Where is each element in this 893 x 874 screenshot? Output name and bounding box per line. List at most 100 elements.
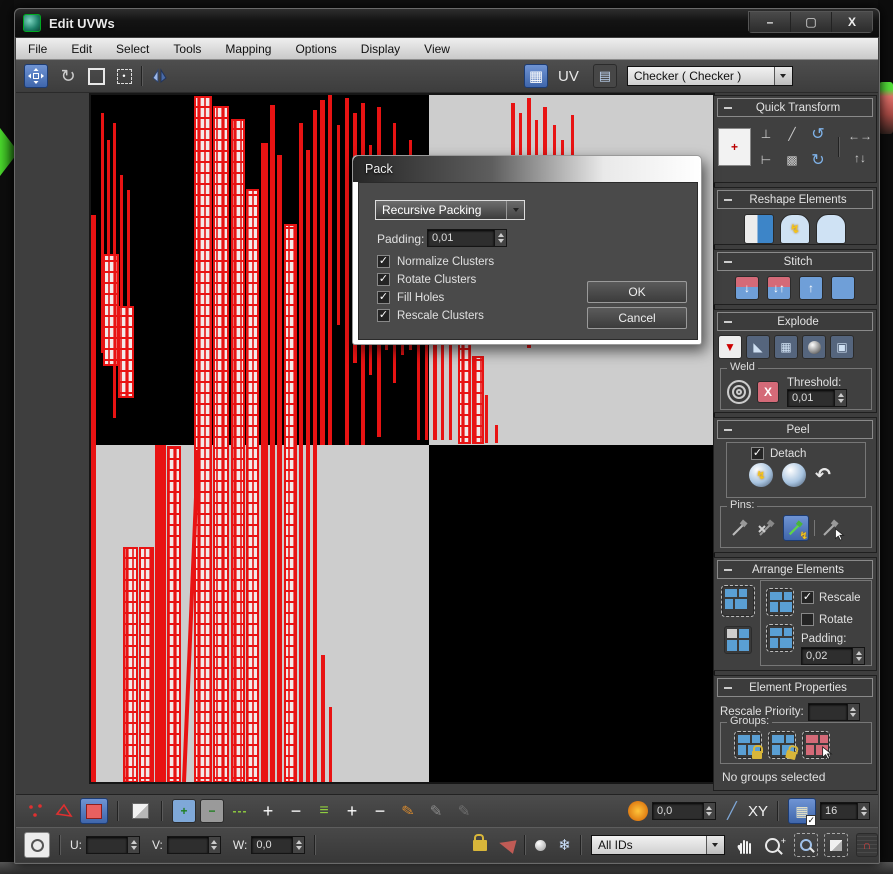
paint-select-add-button[interactable]: ✎	[424, 799, 448, 823]
shrink-selection-button[interactable]: −	[200, 799, 224, 823]
peel-header[interactable]: Peel	[717, 420, 873, 439]
arrange-padding-value[interactable]: 0,02	[801, 647, 852, 665]
axis-space-label[interactable]: XY	[748, 803, 768, 820]
collapse-icon[interactable]	[724, 261, 732, 263]
ring-shrink-button[interactable]: −	[368, 799, 392, 823]
element-mode-button[interactable]	[128, 799, 152, 823]
fill-holes-checkbox[interactable]	[377, 291, 390, 304]
u-value[interactable]	[86, 836, 127, 854]
stitch-source-button[interactable]: ↓↑	[767, 276, 791, 300]
stitch-average-button[interactable]: ↑	[799, 276, 823, 300]
rotate-checkbox[interactable]	[801, 613, 814, 626]
peel-mode-icon[interactable]	[782, 463, 806, 487]
zoom-region-button[interactable]	[794, 833, 818, 857]
edge-mode-button[interactable]	[52, 799, 76, 823]
stitch-target-button[interactable]	[831, 276, 855, 300]
menu-file[interactable]: File	[16, 42, 59, 56]
lock-selection-toggle[interactable]	[473, 840, 487, 851]
menu-select[interactable]: Select	[104, 42, 161, 56]
rotate-tool-button[interactable]: ↻	[56, 64, 80, 88]
grow-selection-button[interactable]: +	[172, 799, 196, 823]
arrange-padding-spinner[interactable]: 0,02	[801, 647, 865, 665]
relax-until-flat-button[interactable]: ↯	[780, 214, 810, 244]
edge-distance-icon[interactable]: ╱	[720, 799, 744, 823]
w-spinner[interactable]: 0,0	[251, 836, 305, 854]
spinner-arrows[interactable]	[857, 802, 870, 820]
scale-tool-button[interactable]	[84, 64, 108, 88]
pin-remove-icon[interactable]	[756, 518, 778, 538]
flatten-by-id-button[interactable]: ▦	[774, 335, 798, 359]
rotate-ccw-button[interactable]: ↺	[806, 122, 830, 146]
collapse-icon[interactable]	[724, 429, 732, 431]
quick-transform-header[interactable]: Quick Transform	[717, 98, 873, 117]
detach-checkbox[interactable]	[751, 447, 764, 460]
element-properties-header[interactable]: Element Properties	[717, 678, 873, 697]
loop-grow-button[interactable]: +	[256, 799, 280, 823]
spinner-arrows[interactable]	[847, 703, 860, 721]
close-button[interactable]: X	[831, 12, 872, 32]
align-horizontal-button[interactable]: ⊥	[754, 122, 778, 146]
absolute-offset-toggle[interactable]	[24, 832, 50, 858]
ok-button[interactable]: OK	[587, 281, 687, 303]
spinner-arrows[interactable]	[852, 647, 865, 665]
soft-selection-spinner[interactable]: 0,0	[652, 802, 716, 820]
soft-selection-value[interactable]: 0,0	[652, 802, 703, 820]
pack-padding-spinner[interactable]: 0,01	[427, 229, 507, 247]
show-hidden-edges-button[interactable]	[535, 840, 546, 851]
explode-to-clusters-button[interactable]: ▣	[830, 335, 854, 359]
w-value[interactable]: 0,0	[251, 836, 292, 854]
menu-display[interactable]: Display	[349, 42, 412, 56]
space-elements-button[interactable]: ▩	[780, 148, 804, 172]
filter-selected-faces-button[interactable]	[499, 838, 515, 852]
menu-view[interactable]: View	[412, 42, 462, 56]
relax-button[interactable]	[816, 214, 846, 244]
select-edge-loop-button[interactable]: ---	[228, 799, 252, 823]
vertex-mode-button[interactable]	[24, 799, 48, 823]
material-id-dropdown[interactable]: All IDs	[591, 835, 725, 855]
explode-header[interactable]: Explode	[717, 312, 873, 331]
snap-toggle-button[interactable]: ∩	[856, 833, 878, 857]
pan-button[interactable]	[735, 835, 755, 855]
weld-target-icon[interactable]	[727, 380, 751, 404]
distribute-horizontal-button[interactable]: ←→	[848, 127, 872, 145]
select-edge-ring-button[interactable]: ≡	[312, 799, 336, 823]
menu-options[interactable]: Options	[283, 42, 348, 56]
align-vertical-button[interactable]: ⊢	[754, 148, 778, 172]
group-unlock-button[interactable]	[769, 732, 795, 758]
v-value[interactable]	[167, 836, 208, 854]
collapse-icon[interactable]	[724, 569, 732, 571]
break-button[interactable]: X	[757, 381, 779, 403]
rotate-clusters-checkbox[interactable]	[377, 273, 390, 286]
menu-edit[interactable]: Edit	[59, 42, 104, 56]
zoom-button[interactable]: +	[765, 838, 786, 853]
cancel-button[interactable]: Cancel	[587, 307, 687, 329]
align-pivot-button[interactable]: +	[718, 128, 751, 166]
flatten-by-smoothing-button[interactable]	[802, 335, 826, 359]
linear-align-button[interactable]: ╱	[780, 122, 804, 146]
collapse-icon[interactable]	[724, 107, 732, 109]
ring-grow-button[interactable]: +	[340, 799, 364, 823]
spinner-arrows[interactable]	[834, 389, 847, 407]
loop-shrink-button[interactable]: −	[284, 799, 308, 823]
mirror-tool-button[interactable]	[148, 64, 172, 88]
group-lock-button[interactable]	[735, 732, 761, 758]
rotate-elements-icon[interactable]	[767, 625, 793, 651]
pin-icon[interactable]	[729, 518, 751, 538]
straighten-selection-button[interactable]	[744, 214, 774, 244]
grid-size-spinner[interactable]: 16	[820, 802, 870, 820]
stitch-header[interactable]: Stitch	[717, 252, 873, 271]
texture-dropdown[interactable]: Checker ( Checker )	[627, 66, 793, 86]
u-spinner[interactable]	[86, 836, 140, 854]
v-spinner[interactable]	[167, 836, 221, 854]
pack-together-button[interactable]	[724, 626, 752, 654]
spinner-arrows[interactable]	[292, 836, 305, 854]
spinner-arrows[interactable]	[703, 802, 716, 820]
pack-dialog-titlebar[interactable]: Pack	[353, 156, 701, 182]
face-mode-button[interactable]	[80, 798, 108, 824]
flatten-by-group-button[interactable]: ▼	[718, 335, 742, 359]
quick-peel-icon[interactable]: ↯	[749, 463, 773, 487]
normalize-clusters-checkbox[interactable]	[377, 255, 390, 268]
rescale-elements-icon[interactable]	[767, 589, 793, 615]
soft-selection-icon[interactable]	[628, 801, 648, 821]
uv-space-label[interactable]: UV	[558, 68, 579, 85]
